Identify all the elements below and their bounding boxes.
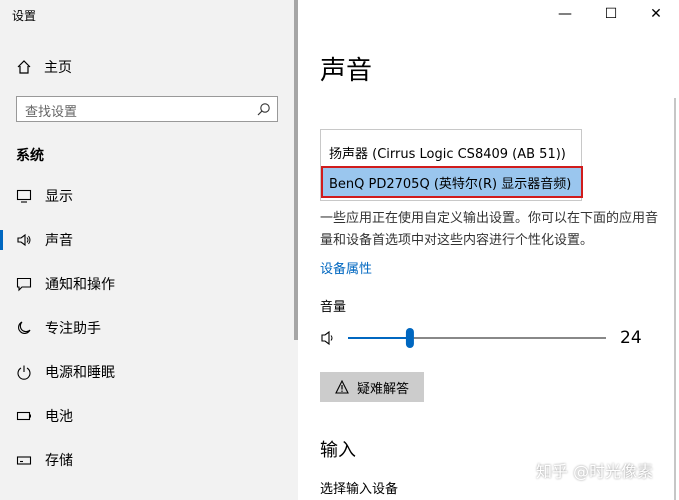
sidebar-item-label: 声音 xyxy=(45,233,73,249)
sidebar-item-label: 专注助手 xyxy=(45,321,101,337)
maximize-icon: ☐ xyxy=(604,6,618,22)
minimize-icon: — xyxy=(558,6,572,22)
storage-icon xyxy=(16,456,32,465)
home-icon xyxy=(17,60,31,74)
app-settings-info: 一些应用正在使用自定义输出设置。你可以在下面的应用音量和设备首选项中对这些内容进… xyxy=(320,211,659,248)
maximize-button[interactable]: ☐ xyxy=(588,0,634,28)
warning-icon xyxy=(335,380,349,394)
minimize-button[interactable]: — xyxy=(542,0,588,28)
page-title: 声音 xyxy=(320,56,373,86)
notification-icon xyxy=(16,277,32,292)
speaker-icon xyxy=(17,233,31,247)
sidebar-home-label: 主页 xyxy=(44,60,72,76)
close-button[interactable]: ✕ xyxy=(633,0,679,28)
device-option-speaker[interactable]: 扬声器 (Cirrus Logic CS8409 (AB 51)) xyxy=(329,143,566,162)
search-input[interactable]: 查找设置 xyxy=(16,96,278,122)
sidebar-item-sound[interactable]: 声音 xyxy=(0,218,298,262)
main-scrollbar[interactable] xyxy=(667,28,677,500)
sidebar-item-display[interactable]: 显示 xyxy=(0,174,298,218)
sidebar-item-focus-assist[interactable]: 专注助手 xyxy=(0,306,298,350)
sidebar-home[interactable]: 主页 xyxy=(16,57,72,77)
volume-value: 24 xyxy=(620,328,642,348)
sidebar-item-storage[interactable]: 存储 xyxy=(0,438,298,482)
power-icon xyxy=(17,365,31,380)
close-icon: ✕ xyxy=(650,6,662,22)
sidebar-item-label: 电池 xyxy=(45,409,73,425)
sidebar-item-notifications[interactable]: 通知和操作 xyxy=(0,262,298,306)
device-properties-link[interactable]: 设备属性 xyxy=(320,258,372,277)
window-title: 设置 xyxy=(12,9,37,23)
sidebar-item-label: 通知和操作 xyxy=(45,277,115,293)
troubleshoot-label: 疑难解答 xyxy=(356,381,409,397)
volume-slider[interactable] xyxy=(320,326,640,350)
settings-sidebar: 设置 主页 查找设置 系统 显示 声音 通知和操作 专注助手 电源和睡眠 电池 … xyxy=(0,0,298,500)
sidebar-item-label: 显示 xyxy=(45,189,73,205)
sidebar-item-label: 电源和睡眠 xyxy=(45,365,115,381)
search-placeholder: 查找设置 xyxy=(25,105,78,120)
device-option-benq-selected[interactable]: BenQ PD2705Q (英特尔(R) 显示器音频) xyxy=(321,166,583,198)
volume-speaker-icon[interactable] xyxy=(321,330,333,346)
output-device-dropdown[interactable]: 扬声器 (Cirrus Logic CS8409 (AB 51)) BenQ P… xyxy=(320,129,583,201)
scrollbar-track xyxy=(674,98,676,500)
sidebar-item-label: 存储 xyxy=(45,453,73,469)
slider-thumb[interactable] xyxy=(405,328,414,348)
volume-label: 音量 xyxy=(320,300,347,315)
sidebar-item-battery[interactable]: 电池 xyxy=(0,394,298,438)
input-section-title: 输入 xyxy=(320,440,356,461)
sidebar-section-title: 系统 xyxy=(16,148,44,164)
moon-icon xyxy=(18,321,31,334)
watermark-text: 知乎 @时光像素 xyxy=(536,462,654,481)
input-device-label: 选择输入设备 xyxy=(320,482,399,497)
sound-settings-page: — ☐ ✕ 声音 扬声器 (Cirrus Logic CS8409 (AB 51… xyxy=(298,0,679,500)
monitor-icon xyxy=(16,189,32,203)
search-icon[interactable] xyxy=(257,102,271,116)
troubleshoot-button[interactable]: 疑难解答 xyxy=(320,372,424,402)
sidebar-item-power[interactable]: 电源和睡眠 xyxy=(0,350,298,394)
battery-icon xyxy=(16,411,31,421)
